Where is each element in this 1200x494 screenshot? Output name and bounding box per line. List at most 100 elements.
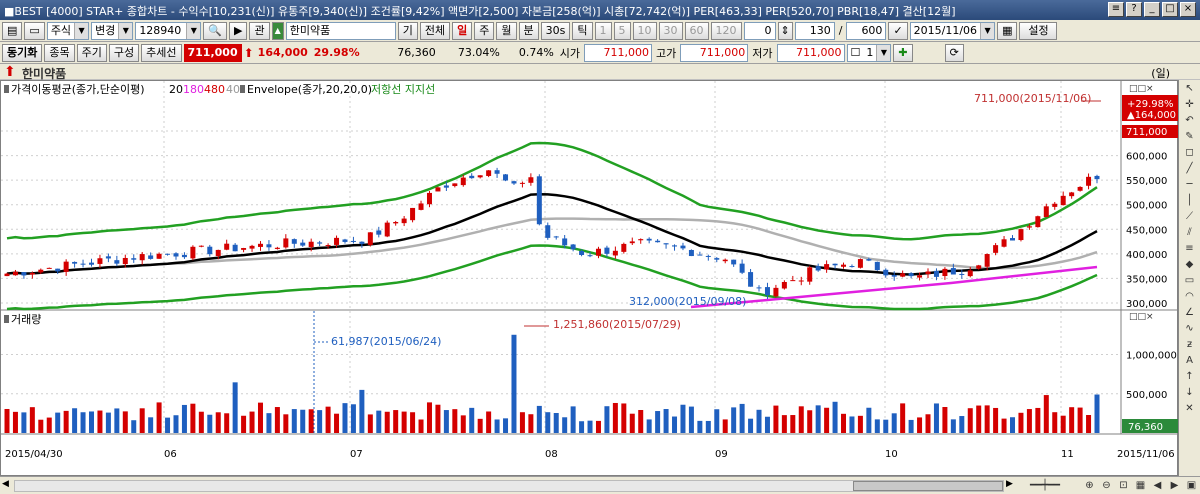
eraser-icon[interactable]: ◻ (1182, 146, 1198, 160)
zoom-out-icon[interactable]: ⊖ (1099, 479, 1114, 493)
calendar-icon[interactable]: ▦ (997, 21, 1018, 40)
layout-icon[interactable]: ▤ (2, 21, 23, 40)
volume-bar (764, 416, 770, 433)
hline-icon[interactable]: ─ (1182, 178, 1198, 192)
add-icon[interactable]: ✚ (893, 43, 913, 62)
interval-1-button[interactable]: 1 (594, 21, 612, 40)
price-tick-label: 400,000 (1126, 250, 1167, 261)
close-button[interactable]: × (1180, 2, 1196, 17)
stock-name-field[interactable]: 한미약품 (285, 21, 396, 40)
channel-icon[interactable]: ⫽ (1182, 226, 1198, 240)
rect-icon[interactable]: ▭ (1182, 274, 1198, 288)
minimize-button[interactable]: _ (1144, 2, 1160, 17)
reset-icon[interactable]: ▣ (1184, 479, 1199, 493)
period-week-button[interactable]: 주 (474, 21, 495, 40)
prev-icon[interactable]: ◀ (1150, 479, 1165, 493)
volume-label: 거래량 (11, 313, 41, 326)
price-volume-chart[interactable]: 650,000600,000550,000500,000450,000400,0… (1, 81, 1179, 477)
gi-button[interactable]: 기 (397, 21, 418, 40)
legend-ma-label[interactable]: 가격이동평균(종가,단순이평) (11, 83, 145, 96)
checkbox-icon[interactable]: ☐ (848, 45, 864, 61)
settings-button[interactable]: 설정 (1019, 21, 1058, 40)
play-icon[interactable]: ▶ (229, 21, 248, 40)
num-a-input[interactable]: 0 (743, 21, 776, 40)
interval-10-button[interactable]: 10 (632, 21, 657, 40)
slider-icon[interactable]: ━━┿━━ (1010, 479, 1080, 493)
text-icon[interactable]: A (1182, 354, 1198, 368)
cursor-icon[interactable]: ↖ (1182, 82, 1198, 96)
horizontal-scrollbar[interactable]: ◀ ▶ ━━┿━━ ⊕ ⊖ ⊡ ▦ ◀ ▶ ▣ (0, 476, 1200, 494)
candle-body (1060, 195, 1066, 206)
arc-icon[interactable]: ◠ (1182, 290, 1198, 304)
panel-controls[interactable]: □□× (1129, 312, 1154, 322)
all-button[interactable]: 전체 (419, 21, 451, 40)
candle-body (418, 203, 424, 210)
date-select[interactable]: 2015/11/06 ▼ (909, 21, 996, 40)
sync-button[interactable]: 동기화 (2, 43, 43, 62)
next-icon[interactable]: ▶ (1167, 479, 1182, 493)
marker-icon[interactable]: ◆ (1182, 258, 1198, 272)
num-b-input[interactable]: 130 (794, 21, 835, 40)
period-30s-button[interactable]: 30s (540, 21, 571, 40)
menu-icon[interactable]: ≡ (1108, 2, 1124, 17)
change-select[interactable]: 변경 ▼ (91, 21, 134, 40)
line-icon[interactable]: ╱ (1182, 162, 1198, 176)
period-minute-button[interactable]: 분 (518, 21, 539, 40)
trendline-button[interactable]: 추세선 (141, 43, 182, 62)
num-c-input[interactable]: 600 (846, 21, 887, 40)
refresh-icon[interactable]: ⟳ (944, 43, 964, 62)
candle-body (139, 254, 145, 261)
fib-icon[interactable]: ≡ (1182, 242, 1198, 256)
cycle-icon[interactable]: ∿ (1182, 322, 1198, 336)
market-select[interactable]: 주식 ▼ (46, 21, 90, 40)
interval-5-button[interactable]: 5 (613, 21, 631, 40)
candle-body (545, 225, 551, 238)
interval-60-button[interactable]: 60 (684, 21, 709, 40)
panel-controls[interactable]: □□× (1129, 84, 1154, 94)
window-icon[interactable]: ▭ (24, 21, 45, 40)
pen-icon[interactable]: ✎ (1182, 130, 1198, 144)
volume-bar (393, 410, 399, 433)
chart-area[interactable]: 650,000600,000550,000500,000450,000400,0… (0, 80, 1179, 477)
volume-bar (257, 402, 263, 433)
zoom-in-icon[interactable]: ⊕ (1082, 479, 1097, 493)
config-button[interactable]: 구성 (108, 43, 140, 62)
search-icon[interactable]: 🔍 (203, 21, 228, 40)
code-input[interactable]: 128940 ▼ (135, 21, 202, 40)
name-button[interactable]: 관 (249, 21, 270, 40)
trend-icon[interactable]: ⟋ (1182, 210, 1198, 224)
period-tick-button[interactable]: 틱 (572, 21, 593, 40)
count-select[interactable]: ☐ 1 ▼ (846, 43, 892, 62)
delete-icon[interactable]: ✕ (1182, 402, 1198, 416)
help-icon[interactable]: ? (1126, 2, 1142, 17)
market-select-value: 주식 (50, 23, 72, 37)
scroll-thumb[interactable] (853, 481, 1003, 491)
period-day-button[interactable]: 일 (452, 21, 473, 40)
cycle-button[interactable]: 주기 (76, 43, 107, 62)
volume-bar (350, 404, 356, 433)
period-month-button[interactable]: 월 (496, 21, 517, 40)
interval-120-button[interactable]: 120 (710, 21, 742, 40)
angle-icon[interactable]: ∠ (1182, 306, 1198, 320)
stepper-icon[interactable]: ⇕ (777, 21, 793, 40)
scroll-left-icon[interactable]: ◀ (2, 479, 9, 489)
item-button[interactable]: 종목 (44, 43, 75, 62)
candle-body (80, 263, 86, 265)
arrow-up-icon[interactable]: ↑ (1182, 370, 1198, 384)
interval-30-button[interactable]: 30 (658, 21, 683, 40)
arrow-down-icon[interactable]: ↓ (1182, 386, 1198, 400)
date-tick-label: 08 (545, 449, 558, 460)
crosshair-icon[interactable]: ✛ (1182, 98, 1198, 112)
date-axis-ticks: 2015/04/30 06 07 08 09 10 11 2015/11/06 (5, 449, 1175, 460)
grid-toggle-icon[interactable]: ▦ (1133, 479, 1148, 493)
candle-body (536, 176, 542, 225)
fit-icon[interactable]: ⊡ (1116, 479, 1131, 493)
undo-icon[interactable]: ↶ (1182, 114, 1198, 128)
zigzag-icon[interactable]: ƶ (1182, 338, 1198, 352)
legend-env-label[interactable]: Envelope(종가,20,20,0) (247, 83, 372, 96)
maximize-button[interactable]: □ (1162, 2, 1178, 17)
vline-icon[interactable]: │ (1182, 194, 1198, 208)
scroll-track[interactable] (14, 480, 1004, 492)
chart-type-icon[interactable]: ✓ (888, 21, 908, 40)
candle-body (604, 247, 610, 254)
